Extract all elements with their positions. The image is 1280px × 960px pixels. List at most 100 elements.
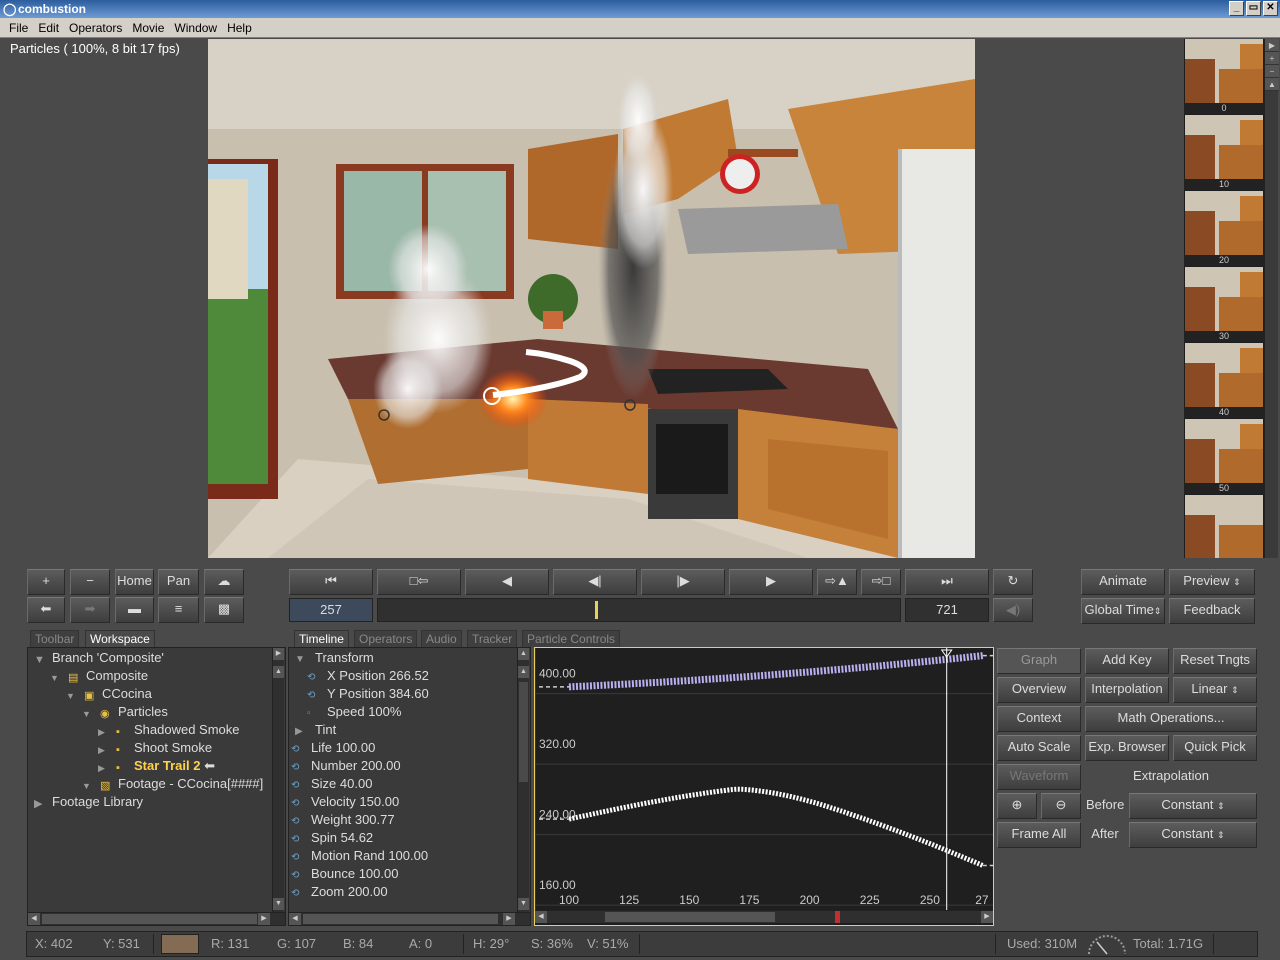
thumbnail-frame[interactable]	[1185, 419, 1263, 483]
parameter-row[interactable]: ⟲ Life 100.00	[291, 739, 375, 757]
menu-edit[interactable]: Edit	[33, 21, 64, 35]
zoom-out-icon[interactable]: −	[1265, 65, 1279, 78]
graph-horizontal-scrollbar[interactable]: ◀ ▶	[535, 910, 993, 923]
quick-pick-button[interactable]: Quick Pick	[1173, 735, 1257, 761]
tab-audio[interactable]: Audio	[421, 630, 462, 647]
before-dropdown[interactable]: Constant ⇕	[1129, 793, 1257, 819]
tree-item[interactable]: ▼ Branch 'Composite'	[34, 649, 164, 667]
pan-button[interactable]: Pan	[158, 569, 199, 595]
parameter-row[interactable]: ▫ Speed 100%	[307, 703, 401, 721]
current-frame-field[interactable]: 257	[289, 598, 373, 622]
waveform-button[interactable]: Waveform	[997, 764, 1081, 790]
set-in-point-icon[interactable]: □⇦	[377, 569, 461, 595]
scroll-right-icon[interactable]: ▶	[273, 648, 284, 660]
parameter-row[interactable]: ⟲ Spin 54.62	[291, 829, 373, 847]
thumbnail-scrollbar[interactable]: ▶ + − ▲	[1264, 39, 1279, 558]
camera-icon[interactable]: ☁	[204, 569, 244, 595]
expand-icon[interactable]: ▶	[98, 741, 110, 755]
scroll-up-icon[interactable]: ▲	[273, 666, 284, 678]
graph-editor[interactable]: 400.00 320.00 240.00 160.00 100 125 150 175 200 2…	[534, 647, 994, 926]
context-button[interactable]: Context	[997, 706, 1081, 732]
parameter-row[interactable]: ⟲ Zoom 200.00	[291, 883, 388, 901]
scroll-thumb[interactable]	[605, 912, 775, 922]
menu-help[interactable]: Help	[222, 21, 257, 35]
expand-icon[interactable]: ▶	[98, 759, 110, 773]
scroll-down-icon[interactable]: ▼	[518, 898, 529, 910]
reset-tangents-button[interactable]: Reset Tngts	[1173, 648, 1257, 674]
loop-icon[interactable]: ↻	[993, 569, 1033, 595]
go-to-end-icon[interactable]: ⏭	[905, 569, 989, 595]
step-back-icon[interactable]: ◀|	[553, 569, 637, 595]
prev-key-icon[interactable]: ◀	[465, 569, 549, 595]
scroll-left-icon[interactable]: ◀	[535, 911, 547, 923]
scroll-up-icon[interactable]: ▶	[1265, 39, 1279, 52]
tree-item[interactable]: ▶ Footage Library	[34, 793, 143, 811]
zoom-out-button[interactable]: −	[70, 569, 110, 595]
after-dropdown[interactable]: Constant ⇕	[1129, 822, 1257, 848]
scroll-right-icon[interactable]: ▶	[503, 913, 515, 925]
back-arrow-icon[interactable]: ⬅	[27, 597, 65, 623]
exp-browser-button[interactable]: Exp. Browser	[1085, 735, 1169, 761]
scroll-right-icon[interactable]: ▶	[981, 911, 993, 923]
feedback-button[interactable]: Feedback	[1169, 598, 1255, 624]
zoom-in-icon[interactable]: +	[1265, 52, 1279, 65]
scroll-down-icon[interactable]: ▼	[273, 898, 284, 910]
frame-thumbnails[interactable]: 0 10 20 30 40 50	[1184, 39, 1264, 558]
thumbnail-frame[interactable]	[1185, 191, 1263, 255]
collapse-icon[interactable]: ▼	[82, 777, 94, 791]
parameter-row[interactable]: ⟲ Number 200.00	[291, 757, 401, 775]
tree-item[interactable]: ▼ ◉ Particles	[82, 703, 168, 721]
tab-tracker[interactable]: Tracker	[467, 630, 518, 647]
thumbnail-frame[interactable]	[1185, 343, 1263, 407]
global-time-button[interactable]: Global Time⇕	[1081, 598, 1165, 624]
tree-item[interactable]: ▶ ▪ Shadowed Smoke	[98, 721, 240, 739]
zoom-out-magnifier-icon[interactable]: ⊖	[1041, 793, 1081, 819]
collapse-icon[interactable]: ▼	[82, 705, 94, 719]
tree-item[interactable]: ▼ ▣ CCocina	[66, 685, 152, 703]
tree-vertical-scrollbar[interactable]: ▶ ▲ ▼	[272, 648, 284, 912]
tab-toolbar[interactable]: Toolbar	[30, 630, 80, 647]
menu-operators[interactable]: Operators	[64, 21, 127, 35]
tab-operators[interactable]: Operators	[354, 630, 418, 647]
tab-timeline[interactable]: Timeline	[294, 630, 349, 647]
parameter-row[interactable]: ⟲ Size 40.00	[291, 775, 372, 793]
tab-workspace[interactable]: Workspace	[85, 630, 155, 647]
scroll-up-icon[interactable]: ▲	[518, 666, 529, 678]
parameter-row[interactable]: ⟲ Bounce 100.00	[291, 865, 398, 883]
parameter-row[interactable]: ⟲ Weight 300.77	[291, 811, 395, 829]
math-operations-button[interactable]: Math Operations...	[1085, 706, 1257, 732]
thumbnail-frame[interactable]	[1185, 39, 1263, 103]
minimize-button[interactable]: _	[1229, 1, 1244, 16]
menu-file[interactable]: File	[4, 21, 33, 35]
parameter-row[interactable]: ⟲ X Position 266.52	[307, 667, 429, 685]
linear-dropdown[interactable]: Linear ⇕	[1173, 677, 1257, 703]
graph-button[interactable]: Graph	[997, 648, 1081, 674]
keyframe-link-icon[interactable]: ⟲	[291, 885, 305, 903]
restore-button[interactable]: ▭	[1246, 1, 1261, 16]
parameters-horizontal-scrollbar[interactable]: ◀ ▶	[289, 912, 530, 925]
composition-viewer[interactable]	[208, 39, 975, 558]
add-key-button[interactable]: Add Key	[1085, 648, 1169, 674]
animate-button[interactable]: Animate	[1081, 569, 1165, 595]
tab-particle-controls[interactable]: Particle Controls	[522, 630, 621, 647]
parameter-row[interactable]: ▼ Transform	[295, 649, 374, 667]
thumbnail-frame[interactable]	[1185, 267, 1263, 331]
step-forward-icon[interactable]: |▶	[641, 569, 725, 595]
frame-all-button[interactable]: Frame All	[997, 822, 1081, 848]
go-to-start-icon[interactable]: ⏮	[289, 569, 373, 595]
set-out-point-icon[interactable]: ⇨□	[861, 569, 901, 595]
parameter-row[interactable]: ⟲ Motion Rand 100.00	[291, 847, 428, 865]
thumbnail-frame[interactable]	[1185, 495, 1263, 558]
scroll-up-arrow-icon[interactable]: ▲	[1265, 78, 1279, 91]
parameters-vertical-scrollbar[interactable]: ▲ ▲ ▼	[517, 648, 529, 912]
next-key-icon[interactable]: ⇨▲	[817, 569, 857, 595]
playhead[interactable]	[595, 601, 598, 619]
auto-scale-button[interactable]: Auto Scale	[997, 735, 1081, 761]
home-button[interactable]: Home	[115, 569, 154, 595]
tree-item[interactable]: ▼ ▤ Composite	[50, 667, 148, 685]
zoom-in-button[interactable]: +	[27, 569, 65, 595]
scroll-thumb[interactable]	[42, 914, 257, 924]
tree-item[interactable]: ▼ ▧ Footage - CCocina[####]	[82, 775, 263, 793]
scroll-thumb[interactable]	[303, 914, 498, 924]
scroll-right-icon[interactable]: ▶	[258, 913, 270, 925]
